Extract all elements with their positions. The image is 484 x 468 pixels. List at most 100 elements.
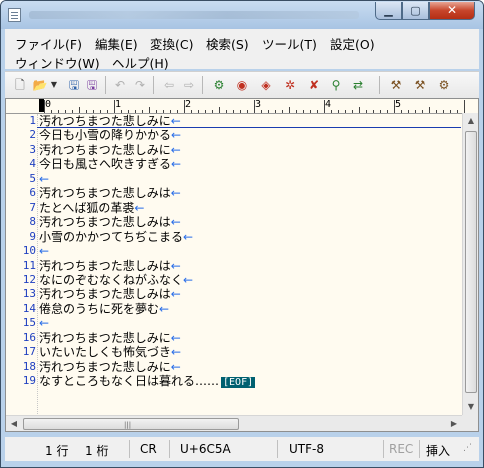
- text-line[interactable]: 小雪のかかつてちぢこまる←: [39, 230, 193, 244]
- status-linebreak: CR: [140, 442, 157, 456]
- newline-arrow-icon: ←: [183, 272, 194, 287]
- toolbar-separator: [105, 76, 106, 94]
- text-line-content: たとへば狐の革裘: [39, 200, 135, 215]
- newline-arrow-icon: ←: [170, 359, 181, 374]
- ruler-tick: [93, 110, 94, 113]
- newline-arrow-icon: ←: [171, 345, 182, 360]
- ruler-tick: [219, 107, 220, 113]
- vertical-scrollbar[interactable]: ▲ ▼: [462, 113, 478, 415]
- text-line-content: 倦怠のうちに死を夢む: [39, 301, 160, 316]
- text-line[interactable]: 汚れつちまつた悲しみは←: [39, 259, 181, 273]
- scroll-right-arrow-icon[interactable]: ▶: [446, 416, 462, 431]
- text-line-content: 小雪のかかつてちぢこまる: [39, 229, 184, 244]
- status-encoding[interactable]: UTF-8: [289, 442, 324, 456]
- newline-arrow-icon: ←: [159, 301, 170, 316]
- close-button[interactable]: ✕: [429, 2, 475, 20]
- text-line-content: なにのぞむなくねがふなく: [39, 272, 184, 287]
- jump-back-icon[interactable]: ⇦: [160, 76, 178, 94]
- newline-arrow-icon: ←: [170, 258, 181, 273]
- menu-file[interactable]: ファイル(F): [15, 34, 82, 53]
- jump-forward-icon[interactable]: ⇨: [180, 76, 198, 94]
- text-line[interactable]: ←: [39, 172, 49, 186]
- text-line[interactable]: 汚れつちまつた悲しみは←: [39, 215, 181, 229]
- open-dropdown-icon[interactable]: ▼: [49, 76, 59, 94]
- text-line[interactable]: 今日も風さへ吹きすぎる←: [39, 157, 181, 171]
- clear-mark-icon[interactable]: ✘: [305, 76, 323, 94]
- scroll-down-arrow-icon[interactable]: ▼: [463, 399, 478, 415]
- text-line[interactable]: 汚れつちまつた悲しみに←: [39, 331, 181, 345]
- text-line[interactable]: たとへば狐の革裘←: [39, 201, 144, 215]
- menu-tool[interactable]: ツール(T): [262, 34, 317, 53]
- toolbar-separator: [202, 76, 203, 94]
- undo-icon[interactable]: ↶: [111, 76, 129, 94]
- vertical-scroll-thumb[interactable]: [465, 131, 477, 393]
- ruler-tick: [121, 110, 122, 113]
- status-row: 1 行: [45, 444, 69, 458]
- app-icon[interactable]: [8, 8, 21, 22]
- status-rec: REC: [389, 442, 414, 456]
- menu-edit[interactable]: 編集(E): [95, 34, 138, 53]
- menu-settings[interactable]: 設定(O): [330, 34, 375, 53]
- line-number: 1: [29, 114, 36, 127]
- scroll-up-arrow-icon[interactable]: ▲: [463, 113, 478, 129]
- menu-help[interactable]: ヘルプ(H): [112, 53, 169, 72]
- text-line[interactable]: なすところもなく日は暮れる…… [EOF]: [39, 374, 256, 389]
- maximize-button[interactable]: ▢: [402, 2, 429, 20]
- text-line[interactable]: 汚れつちまつた悲しみに←: [39, 360, 181, 374]
- title-bar[interactable]: ▁ ▢ ✕: [1, 1, 483, 29]
- text-editor[interactable]: 0 1 2 3 4 5 1 2 3 4 5 6 7 8 9 10 11 12 13 14 15 16 17 18 1…: [5, 98, 479, 432]
- text-line[interactable]: 汚れつちまつた悲しみに←: [39, 143, 181, 157]
- save-icon[interactable]: 🖫: [65, 76, 83, 94]
- text-line[interactable]: 汚れつちまつた悲しみは←: [39, 186, 181, 200]
- line-number: 7: [29, 200, 36, 214]
- scroll-left-arrow-icon[interactable]: ◀: [6, 416, 22, 431]
- open-folder-icon[interactable]: 📂: [31, 76, 49, 94]
- ruler-number: 4: [325, 99, 332, 110]
- text-line-content: 汚れつちまつた悲しみは: [39, 258, 171, 273]
- text-line[interactable]: 汚れつちまつた悲しみは←: [39, 287, 181, 301]
- line-number: 17: [22, 345, 36, 359]
- text-line-content: なすところもなく日は暮れる……: [39, 374, 220, 389]
- text-line[interactable]: 倦怠のうちに死を夢む←: [39, 302, 169, 316]
- text-line[interactable]: 今日も小雪の降りかかる←: [39, 128, 181, 142]
- text-line[interactable]: ←: [39, 244, 49, 258]
- line-number: 4: [29, 157, 36, 171]
- ruler-tick: [359, 107, 360, 113]
- search-next-icon[interactable]: ◈: [257, 76, 275, 94]
- replace-icon[interactable]: ✲: [281, 76, 299, 94]
- grep-icon[interactable]: ⚲: [327, 76, 345, 94]
- menu-search[interactable]: 検索(S): [206, 34, 249, 53]
- newline-arrow-icon: ←: [170, 287, 181, 302]
- redo-icon[interactable]: ↷: [131, 76, 149, 94]
- search-prev-icon[interactable]: ◉: [233, 76, 251, 94]
- new-file-icon[interactable]: 🗋: [11, 76, 29, 94]
- font-settings-icon[interactable]: ⚙: [435, 76, 453, 94]
- horizontal-scrollbar[interactable]: ◀ ||| ▶: [6, 415, 462, 431]
- settings-type-icon[interactable]: ⚒: [411, 76, 429, 94]
- settings-common-icon[interactable]: ⚒: [387, 76, 405, 94]
- horizontal-scroll-thumb[interactable]: |||: [23, 418, 239, 430]
- ruler-tick: [380, 110, 381, 113]
- text-line[interactable]: 汚れつちまつた悲しみに←: [39, 114, 181, 128]
- ruler-tick: [100, 110, 101, 113]
- save-as-icon[interactable]: 🖫: [83, 76, 101, 94]
- text-line[interactable]: いたいたしくも怖気づき←: [39, 345, 181, 359]
- menu-convert[interactable]: 変換(C): [150, 34, 193, 53]
- ruler-tick: [422, 110, 423, 113]
- ruler-tick: [324, 100, 325, 113]
- ruler-tick: [429, 107, 430, 113]
- tag-jump-icon[interactable]: ⇄: [349, 76, 367, 94]
- ruler-tick: [177, 110, 178, 113]
- text-line-content: 汚れつちまつた悲しみに: [39, 359, 171, 374]
- search-icon[interactable]: ⚙: [210, 76, 228, 94]
- ruler-tick: [261, 110, 262, 113]
- text-line[interactable]: ←: [39, 316, 49, 330]
- minimize-button[interactable]: ▁: [375, 2, 402, 20]
- resize-grip-icon[interactable]: ⋰: [463, 443, 472, 453]
- line-number: 16: [22, 330, 36, 344]
- ruler-tick: [345, 110, 346, 113]
- ruler-tick: [464, 100, 465, 113]
- menu-window[interactable]: ウィンドウ(W): [15, 53, 100, 72]
- text-line-content: 汚れつちまつた悲しみは: [39, 215, 171, 230]
- text-line[interactable]: なにのぞむなくねがふなく←: [39, 273, 193, 287]
